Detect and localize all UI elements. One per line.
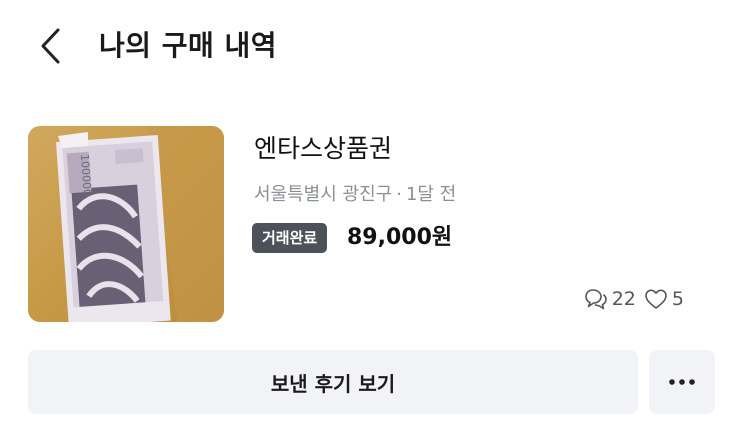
sent-review-button[interactable]: 보낸 후기 보기 [28,350,638,414]
item-title: 엔타스상품권 [254,134,393,163]
item-meta: 서울특별시 광진구 · 1달 전 [254,182,456,208]
chat-bubble-icon [584,289,607,310]
item-counts: 22 5 [584,288,684,310]
purchase-item[interactable]: 100000 엔타스상품권 서울특별시 광진구 · 1달 전 거래완료 89,000… [28,126,718,326]
item-location: 서울특별시 광진구 [254,184,393,205]
back-button[interactable] [34,26,68,66]
more-horizontal-icon [669,379,695,385]
item-time: 1달 전 [405,184,457,205]
item-price: 89,000원 [347,225,453,250]
product-thumbnail: 100000 [28,126,224,322]
page-title: 나의 구매 내역 [99,29,278,62]
meta-separator: · [396,184,402,205]
status-badge: 거래완료 [252,223,328,253]
heart-icon [645,289,667,309]
more-button[interactable] [649,350,715,414]
chevron-left-icon [41,28,60,64]
like-count: 5 [671,288,684,310]
header: 나의 구매 내역 [0,0,743,96]
chat-count: 22 [611,288,636,310]
